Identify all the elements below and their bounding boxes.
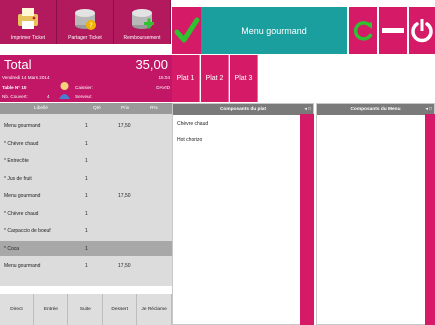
row-qty: 1 [85,210,88,217]
tab-plat-2[interactable]: Plat 2 [201,55,229,102]
row-qty: 1 [85,245,88,252]
ticket-date: Vendredi 14 Mars 2014 [2,75,50,80]
row-qty: 1 [85,193,88,199]
row-price: 17,50 [118,193,131,199]
table-row[interactable]: * Coca 1 [0,240,172,256]
share-ticket-button[interactable]: ? Partager Ticket [57,0,114,44]
row-qty: 1 [85,158,88,164]
covers-label: Nb. Couvert: [2,94,28,99]
tab-plat-3[interactable]: Plat 3 [230,55,258,102]
dish-components-title: Composants du plat [219,107,267,112]
table-row[interactable]: * Chèvre chaud 1 [0,206,172,221]
server-label: Serveur: [75,94,93,99]
menu-title: Menu gourmand [201,7,347,54]
list-item[interactable]: Hot chorizo [177,137,202,143]
grid-header: Libellé Qté Prix R% [0,103,172,114]
menu-components-scrollbar[interactable] [425,114,435,325]
row-label: * Jus de fruit [4,175,32,182]
user-icon [59,82,70,99]
row-qty: 1 [85,123,88,129]
total-label: Total [4,57,32,72]
row-qty: 1 [85,228,88,234]
row-label: Menu gourmand [4,193,41,199]
ticket-info: Vendredi 14 Mars 2014 15:04 Table N° 10 … [0,74,172,102]
list-item[interactable]: Chèvre chaud [177,121,208,127]
course-button[interactable]: Direct [0,294,34,325]
dish-components-scrollbar[interactable] [300,114,314,325]
refund-label: Remboursement [123,35,161,41]
ticket-time: 15:04 [158,75,171,80]
svg-text:?: ? [89,22,93,30]
course-button[interactable]: Je Réclame [138,294,172,325]
col-price[interactable]: Prix [121,106,129,111]
checkmark-icon [174,17,200,43]
total-bar: Total 35,00 [0,55,172,74]
cashier-name: DAVID [156,85,170,90]
print-ticket-button[interactable]: Imprimer Ticket [0,0,57,44]
row-label: * Chèvre chaud [4,140,39,147]
row-label: Menu gourmand [4,123,41,129]
menu-components-panel: Composants du Menu ◂ □ [316,103,435,325]
cashier-label: Caissier: [75,85,93,90]
share-coins-icon: ? [75,9,96,30]
course-buttons: Direct Entrée Suite Dessert Je Réclame [0,294,172,325]
print-ticket-label: Imprimer Ticket [10,35,46,41]
row-label: Menu gourmand [4,263,41,269]
printer-icon [18,8,38,29]
row-qty: 1 [85,263,88,269]
refund-button[interactable]: Remboursement [114,0,171,44]
course-button[interactable]: Dessert [103,294,138,325]
col-discount[interactable]: R% [150,106,158,111]
total-value: 35,00 [135,57,168,72]
minus-icon [382,28,404,33]
course-button[interactable]: Suite [69,294,103,325]
table-number: Table N° 10 [2,85,27,90]
row-label: * Carpaccio de boeuf [4,228,51,234]
table-row[interactable]: Menu gourmand 1 17,50 [0,188,172,203]
remove-button[interactable] [379,7,407,54]
table-row[interactable]: * Chèvre chaud 1 [0,136,172,151]
order-lines: Menu gourmand 1 17,50 * Chèvre chaud 1 * Entr… [0,114,172,286]
refresh-icon [353,21,373,41]
covers-value: 4 [47,94,50,99]
table-row[interactable]: * Entrecôte 1 [0,153,172,168]
table-row[interactable]: * Carpaccio de boeuf 1 [0,223,172,238]
col-qty[interactable]: Qté [93,106,101,111]
share-ticket-label: Partager Ticket [68,35,102,41]
power-button[interactable] [409,7,435,54]
power-icon [411,19,433,43]
refund-coins-icon [132,9,154,29]
table-row[interactable]: * Jus de fruit 1 [0,171,172,186]
table-row[interactable]: Menu gourmand 1 17,50 [0,118,172,133]
row-label: * Chèvre chaud [4,210,39,217]
validate-button[interactable] [172,7,201,54]
col-label[interactable]: Libellé [34,106,48,111]
menu-components-title: Composants du Menu [350,107,401,112]
row-label: * Entrecôte [4,158,29,164]
row-price: 17,50 [118,263,131,269]
row-qty: 1 [85,140,88,147]
tab-plat-1[interactable]: Plat 1 [172,55,200,102]
dish-components-panel: Composants du plat ◂ □ Chèvre chaud Hot c… [172,103,314,325]
refresh-button[interactable] [349,7,377,54]
row-qty: 1 [85,175,88,182]
table-row[interactable]: Menu gourmand 1 17,50 [0,258,172,273]
row-price: 17,50 [118,123,131,129]
row-label: * Coca [4,245,20,252]
course-button[interactable]: Entrée [34,294,69,325]
